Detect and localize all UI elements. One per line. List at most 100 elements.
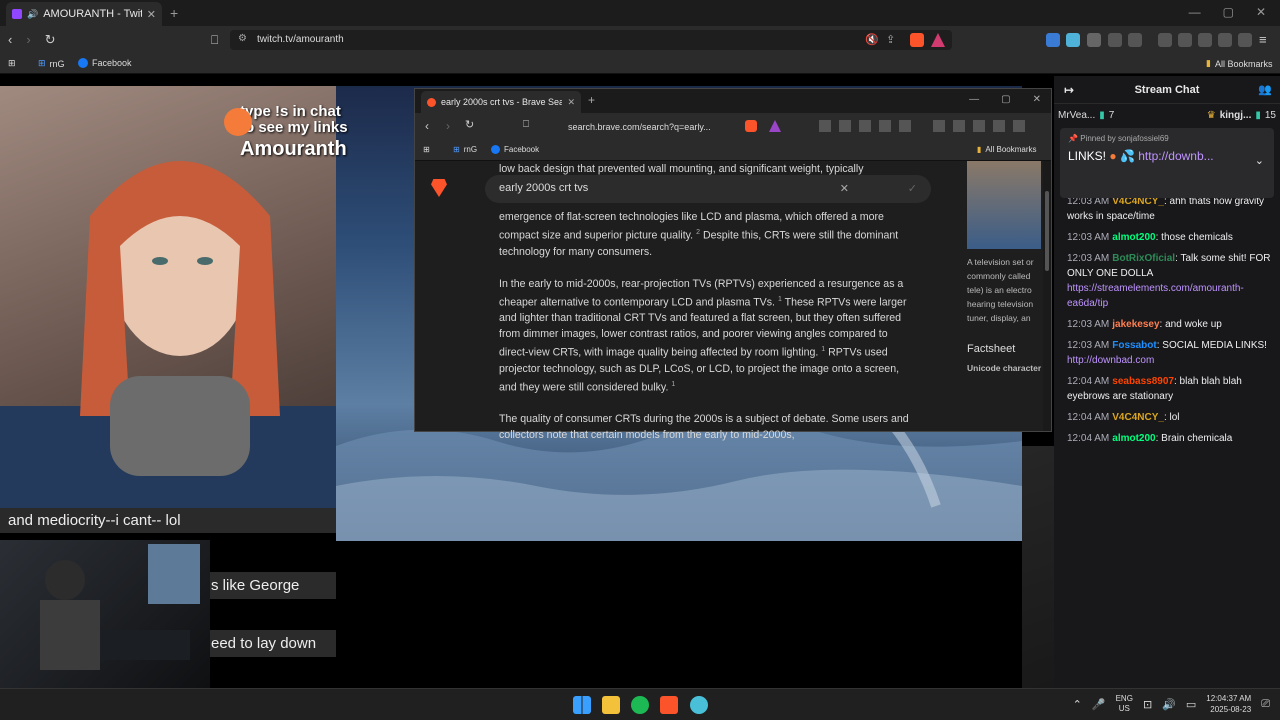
inner-minimize-icon[interactable]: —: [969, 94, 979, 105]
media-icon[interactable]: [1158, 33, 1172, 47]
users-icon[interactable]: 👥: [1258, 83, 1272, 96]
inner-new-tab-button[interactable]: +: [588, 93, 595, 107]
peach-emote-icon: ●: [1109, 149, 1117, 163]
extension-icon-4[interactable]: [1128, 33, 1142, 47]
message-username[interactable]: Fossabot: [1112, 340, 1156, 351]
extensions-puzzle-icon[interactable]: [1108, 33, 1122, 47]
search-input[interactable]: early 2000s crt tvs ✕ ✓: [485, 175, 931, 203]
message-username[interactable]: seabass8907: [1112, 376, 1174, 387]
maximize-icon[interactable]: ▢: [1223, 5, 1234, 19]
pinned-by-label: Pinned by: [1080, 134, 1116, 143]
message-link[interactable]: http://downbad.com: [1067, 355, 1154, 366]
citation-1b[interactable]: 1: [821, 346, 825, 353]
bookmark-facebook[interactable]: Facebook: [78, 58, 132, 68]
bookmark-page-icon[interactable]: ⎕: [211, 33, 218, 48]
tab-twitch[interactable]: 🔊 AMOURANTH - Twitch ✕: [6, 2, 162, 26]
message-username[interactable]: V4C4NCY_: [1112, 412, 1164, 423]
tv-thumbnail[interactable]: [967, 161, 1041, 249]
vpn-icon[interactable]: [1238, 33, 1252, 47]
inner-address-bar[interactable]: search.brave.com/search?q=early...: [543, 119, 753, 137]
clock[interactable]: 12:04:37 AM 2025-08-23: [1206, 693, 1251, 715]
inner-all-bookmarks[interactable]: ▮ All Bookmarks: [977, 145, 1037, 154]
extension-icon-2[interactable]: [1066, 33, 1080, 47]
battery-icon[interactable]: ▭: [1186, 698, 1196, 711]
microphone-icon[interactable]: 🎤: [1092, 698, 1106, 711]
chevron-up-icon[interactable]: ⌃: [1073, 698, 1082, 711]
gift-icon-2: ▮: [1255, 109, 1261, 121]
pinned-link[interactable]: http://downb...: [1138, 149, 1213, 163]
brave-taskbar-icon[interactable]: [660, 696, 678, 714]
search-query-text: early 2000s crt tvs: [499, 182, 589, 194]
inner-scrollbar[interactable]: [1043, 161, 1051, 431]
message-link[interactable]: https://streamelements.com/amouranth-ea6…: [1067, 283, 1244, 309]
citation-2[interactable]: 2: [696, 229, 700, 236]
all-bookmarks[interactable]: ▮ All Bookmarks: [1206, 58, 1272, 69]
extension-icon-3[interactable]: [1087, 33, 1101, 47]
apps-grid-icon[interactable]: ⊞: [8, 58, 16, 69]
inner-reload-icon[interactable]: ↻: [465, 118, 474, 131]
inner-bookmark-facebook[interactable]: Facebook: [491, 145, 539, 154]
inner-toolbar-icons[interactable]: [933, 120, 1033, 132]
wallet-icon[interactable]: [1198, 33, 1212, 47]
clear-search-icon[interactable]: ✕: [840, 182, 849, 195]
leo-icon[interactable]: [1218, 33, 1232, 47]
inner-window-controls: — ▢ ✕: [969, 94, 1041, 105]
network-icon[interactable]: ⊡: [1143, 698, 1152, 711]
inner-close-icon[interactable]: ✕: [1033, 94, 1041, 105]
site-settings-icon[interactable]: ⚙: [238, 33, 247, 44]
language-indicator[interactable]: ENG US: [1116, 694, 1133, 714]
app-taskbar-icon[interactable]: [690, 696, 708, 714]
sidebar-icon[interactable]: [1178, 33, 1192, 47]
message-time: 12:03 AM: [1067, 232, 1110, 243]
reload-icon[interactable]: ↻: [45, 32, 56, 48]
menu-icon[interactable]: ≡: [1259, 32, 1267, 47]
citation-1c[interactable]: 1: [671, 381, 675, 388]
minimize-icon[interactable]: —: [1189, 5, 1201, 19]
collapse-chat-icon[interactable]: ↦: [1064, 83, 1074, 97]
inner-browser-window[interactable]: early 2000s crt tvs - Brave Search ✕ + —…: [414, 88, 1052, 441]
chat-messages: already.12:03 AMV4C4NCY_: ahh thats how …: [1067, 173, 1275, 452]
citation-1a[interactable]: 1: [778, 296, 782, 303]
outer-address-bar[interactable]: twitch.tv/amouranth: [230, 30, 952, 50]
notifications-icon[interactable]: ⎚: [1261, 698, 1270, 711]
inner-bookmark-rng[interactable]: ⊞ rnG: [453, 145, 477, 154]
windows-start-icon[interactable]: [573, 696, 591, 714]
close-tab-icon[interactable]: ✕: [147, 8, 156, 21]
message-username[interactable]: almot200: [1112, 433, 1155, 444]
message-username[interactable]: jakekesey: [1112, 319, 1159, 330]
brave-shields-icon[interactable]: [910, 33, 924, 47]
forward-icon[interactable]: ›: [26, 32, 30, 48]
back-icon[interactable]: ‹: [8, 32, 12, 48]
inner-extension-icons[interactable]: [819, 120, 915, 132]
volume-icon[interactable]: 🔊: [1162, 698, 1176, 711]
inner-bookmark-icon[interactable]: ⎕: [523, 119, 529, 130]
spotify-icon[interactable]: [631, 696, 649, 714]
peach-icon: [224, 108, 252, 136]
leaderboard-user-1[interactable]: MrVea...: [1058, 110, 1095, 121]
pinned-message[interactable]: 📌 Pinned by sonjafossiel69 LINKS! ● 💦 ht…: [1060, 128, 1274, 198]
inner-back-icon[interactable]: ‹: [425, 119, 429, 133]
speaker-icon[interactable]: 🔊: [27, 9, 38, 20]
bookmark-rng[interactable]: ⊞ rnG: [38, 58, 65, 69]
leaderboard-user-2[interactable]: kingj...: [1220, 110, 1252, 121]
submit-search-icon[interactable]: ✓: [908, 182, 917, 195]
share-icon[interactable]: ⇪: [886, 33, 895, 46]
inner-maximize-icon[interactable]: ▢: [1001, 94, 1010, 105]
article-paragraph-3: The quality of consumer CRTs during the …: [499, 413, 909, 442]
message-username[interactable]: BotRixOficial: [1112, 253, 1175, 264]
inner-rewards-icon[interactable]: [769, 120, 781, 132]
close-window-icon[interactable]: ✕: [1256, 5, 1266, 19]
inner-grid-bookmark-icon: ⊞: [453, 145, 460, 154]
inner-scrollbar-thumb[interactable]: [1045, 191, 1049, 271]
new-tab-button[interactable]: +: [170, 5, 178, 21]
expand-pinned-icon[interactable]: ⌄: [1255, 154, 1264, 167]
inner-apps-grid-icon[interactable]: ⊞: [423, 145, 430, 154]
file-explorer-icon[interactable]: [602, 696, 620, 714]
tab-brave-search[interactable]: early 2000s crt tvs - Brave Search ✕: [421, 91, 581, 113]
inner-forward-icon[interactable]: ›: [446, 119, 450, 133]
extension-icon-1[interactable]: [1046, 33, 1060, 47]
message-username[interactable]: almot200: [1112, 232, 1155, 243]
close-inner-tab-icon[interactable]: ✕: [567, 97, 575, 108]
inner-tab-title: early 2000s crt tvs - Brave Search: [441, 97, 563, 107]
mute-icon[interactable]: 🔇: [865, 33, 879, 46]
